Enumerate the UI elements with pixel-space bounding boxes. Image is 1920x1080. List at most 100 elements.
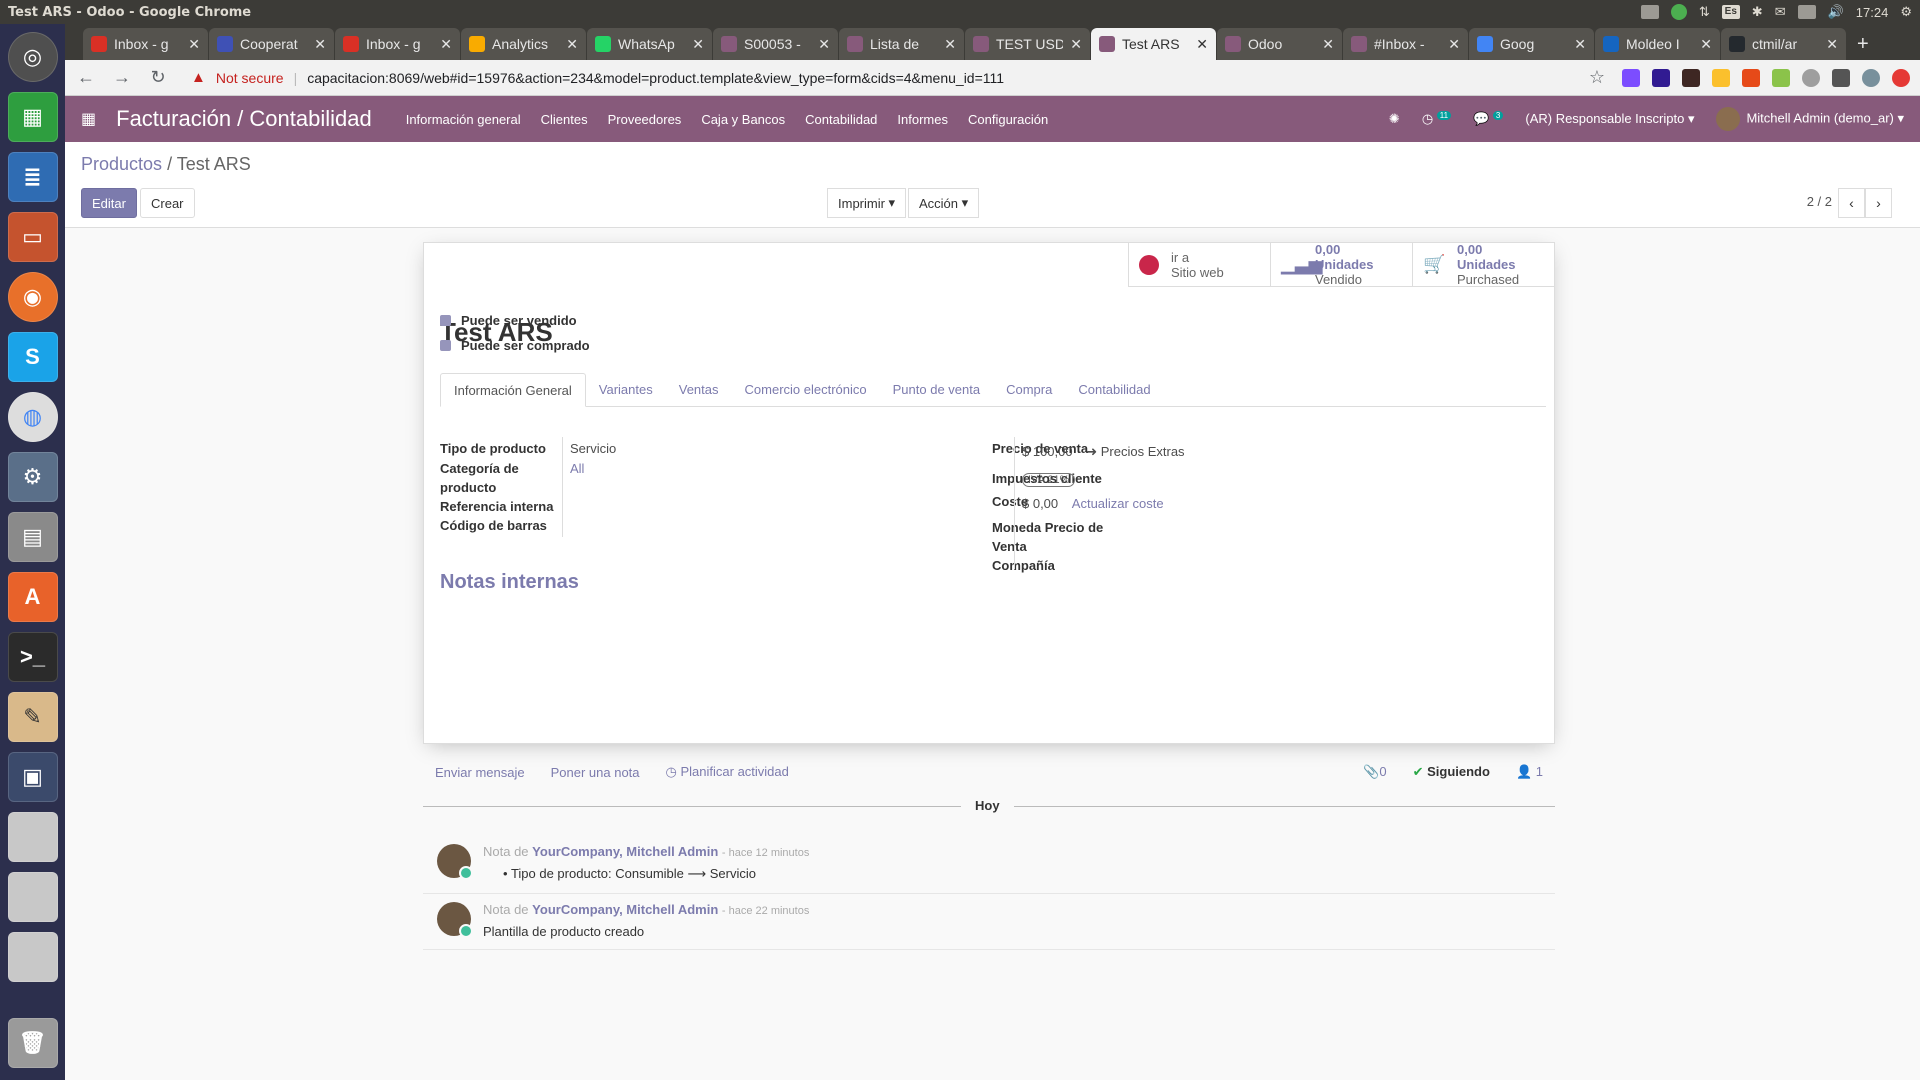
settings-gear-icon[interactable]: ⚙ bbox=[1900, 4, 1912, 20]
browser-tab[interactable]: ctmil/ar ✕ bbox=[1721, 28, 1846, 60]
browser-tab[interactable]: Lista de ✕ bbox=[839, 28, 964, 60]
checkbox-checked-icon[interactable] bbox=[440, 315, 451, 326]
sync-ok-icon[interactable] bbox=[1670, 4, 1687, 20]
form-tab[interactable]: Información General bbox=[440, 373, 586, 407]
bookmark-star-icon[interactable]: ☆ bbox=[1586, 67, 1608, 88]
trash-icon[interactable]: 🗑 bbox=[7, 1018, 58, 1068]
tab-close-icon[interactable]: ✕ bbox=[566, 36, 578, 53]
app-menu-item[interactable]: Información general bbox=[406, 112, 521, 127]
form-tab[interactable]: Compra bbox=[993, 372, 1065, 406]
apps-grid-icon[interactable]: ▦ bbox=[81, 109, 96, 129]
drive-icon[interactable] bbox=[7, 932, 58, 982]
impress-icon[interactable]: ▭ bbox=[7, 212, 58, 262]
browser-tab[interactable]: S00053 - ✕ bbox=[713, 28, 838, 60]
network-icon[interactable]: ⇅ bbox=[1699, 4, 1710, 20]
tab-close-icon[interactable]: ✕ bbox=[692, 36, 704, 53]
activity-icon[interactable]: ◷ 11 bbox=[1422, 111, 1452, 127]
app-menu-item[interactable]: Caja y Bancos bbox=[701, 112, 785, 127]
keyboard-layout[interactable]: Es bbox=[1721, 5, 1740, 19]
company-switcher[interactable]: (AR) Responsable Inscripto ▾ bbox=[1525, 111, 1694, 127]
breadcrumb-products[interactable]: Productos bbox=[81, 154, 162, 174]
extension-icon[interactable] bbox=[1682, 68, 1700, 87]
pager-next-button[interactable]: › bbox=[1865, 188, 1892, 218]
website-smart-button[interactable]: ir a Sitio web bbox=[1128, 243, 1270, 286]
tab-close-icon[interactable]: ✕ bbox=[1322, 36, 1334, 53]
browser-tab[interactable]: #Inbox - ✕ bbox=[1343, 28, 1468, 60]
app-menu-item[interactable]: Configuración bbox=[968, 112, 1048, 127]
can-be-purchased-checkbox[interactable]: Puede ser comprado bbox=[440, 338, 590, 353]
browser-tab[interactable]: Analytics ✕ bbox=[461, 28, 586, 60]
browser-tab[interactable]: TEST USD ✕ bbox=[965, 28, 1090, 60]
reload-icon[interactable]: ↻ bbox=[147, 67, 169, 88]
author-avatar[interactable] bbox=[437, 844, 473, 880]
url-text[interactable]: capacitacion:8069/web#id=15976&action=23… bbox=[307, 70, 1004, 86]
tab-close-icon[interactable]: ✕ bbox=[1700, 36, 1712, 53]
edit-button[interactable]: Editar bbox=[81, 188, 137, 218]
user-menu[interactable]: Mitchell Admin (demo_ar) ▾ bbox=[1716, 107, 1904, 131]
sold-smart-button[interactable]: ▁▃▅ 0,00 Unidades Vendido bbox=[1270, 242, 1412, 287]
following-button[interactable]: ✔ Siguiendo bbox=[1413, 764, 1490, 780]
bluetooth-icon[interactable]: ✱ bbox=[1752, 4, 1763, 20]
pager-value[interactable]: 2 / 2 bbox=[1807, 194, 1832, 209]
terminal-icon[interactable]: >_ bbox=[7, 632, 58, 682]
log-note-button[interactable]: Poner una nota bbox=[551, 765, 640, 780]
dash-icon[interactable]: ◎ bbox=[7, 32, 58, 82]
tab-close-icon[interactable]: ✕ bbox=[1070, 36, 1082, 53]
app-menu-item[interactable]: Proveedores bbox=[608, 112, 682, 127]
clock[interactable]: 17:24 bbox=[1856, 5, 1889, 20]
extension-icon[interactable] bbox=[1772, 68, 1790, 87]
text-editor-icon[interactable]: ✎ bbox=[7, 692, 58, 742]
form-tab[interactable]: Variantes bbox=[586, 372, 666, 406]
author-avatar[interactable] bbox=[437, 902, 473, 938]
tab-close-icon[interactable]: ✕ bbox=[440, 36, 452, 53]
messages-icon[interactable]: 💬 3 bbox=[1473, 111, 1504, 127]
address-bar[interactable]: ▲ Not secure | capacitacion:8069/web#id=… bbox=[183, 64, 1572, 92]
app-menu-item[interactable]: Informes bbox=[897, 112, 948, 127]
drive-icon[interactable] bbox=[7, 812, 58, 862]
app-menu-item[interactable]: Contabilidad bbox=[805, 112, 877, 127]
action-dropdown[interactable]: Acción ▾ bbox=[908, 188, 980, 218]
form-tab[interactable]: Comercio electrónico bbox=[732, 372, 880, 406]
tab-close-icon[interactable]: ✕ bbox=[818, 36, 830, 53]
app-menu-item[interactable]: Clientes bbox=[541, 112, 588, 127]
message-author[interactable]: YourCompany, Mitchell Admin bbox=[532, 844, 718, 859]
form-tab[interactable]: Ventas bbox=[666, 372, 732, 406]
tab-close-icon[interactable]: ✕ bbox=[1448, 36, 1460, 53]
can-be-sold-checkbox[interactable]: Puede ser vendido bbox=[440, 313, 577, 328]
tab-close-icon[interactable]: ✕ bbox=[944, 36, 956, 53]
chrome-menu-icon[interactable] bbox=[1892, 68, 1910, 87]
system-settings-icon[interactable]: ⚙ bbox=[7, 452, 58, 502]
chrome-icon[interactable]: ◍ bbox=[7, 392, 58, 442]
form-tab[interactable]: Punto de venta bbox=[880, 372, 993, 406]
extension-icon[interactable] bbox=[1712, 68, 1730, 87]
checkbox-checked-icon[interactable] bbox=[440, 340, 451, 351]
browser-tab[interactable]: Inbox - g ✕ bbox=[83, 28, 208, 60]
schedule-activity-button[interactable]: ◷ Planificar actividad bbox=[666, 764, 789, 780]
followers-button[interactable]: 👤 1 bbox=[1516, 764, 1543, 780]
browser-tab[interactable]: Odoo ✕ bbox=[1217, 28, 1342, 60]
software-center-icon[interactable]: A bbox=[7, 572, 58, 622]
tab-close-icon[interactable]: ✕ bbox=[1196, 36, 1208, 53]
attachments-button[interactable]: 📎0 bbox=[1363, 764, 1386, 780]
volume-icon[interactable]: 🔊 bbox=[1828, 4, 1844, 20]
print-dropdown[interactable]: Imprimir ▾ bbox=[827, 188, 907, 218]
skype-icon[interactable]: S bbox=[7, 332, 58, 382]
extension-icon[interactable] bbox=[1652, 68, 1670, 87]
files-icon[interactable]: ▤ bbox=[7, 512, 58, 562]
tab-close-icon[interactable]: ✕ bbox=[314, 36, 326, 53]
tab-close-icon[interactable]: ✕ bbox=[1826, 36, 1838, 53]
firefox-icon[interactable]: ◉ bbox=[7, 272, 58, 322]
message-author[interactable]: YourCompany, Mitchell Admin bbox=[532, 902, 718, 917]
drive-icon[interactable] bbox=[7, 872, 58, 922]
battery-icon[interactable] bbox=[1797, 5, 1816, 19]
tab-close-icon[interactable]: ✕ bbox=[1574, 36, 1586, 53]
browser-tab[interactable]: Goog ✕ bbox=[1469, 28, 1594, 60]
form-tab[interactable]: Contabilidad bbox=[1065, 372, 1163, 406]
profile-avatar[interactable] bbox=[1862, 68, 1880, 87]
mail-icon[interactable]: ✉ bbox=[1775, 4, 1786, 20]
back-icon[interactable]: ← bbox=[75, 67, 97, 88]
tab-close-icon[interactable]: ✕ bbox=[188, 36, 200, 53]
media-control-icon[interactable] bbox=[1832, 68, 1850, 87]
app-title[interactable]: Facturación / Contabilidad bbox=[116, 106, 372, 132]
extension-icon[interactable] bbox=[1742, 68, 1760, 87]
